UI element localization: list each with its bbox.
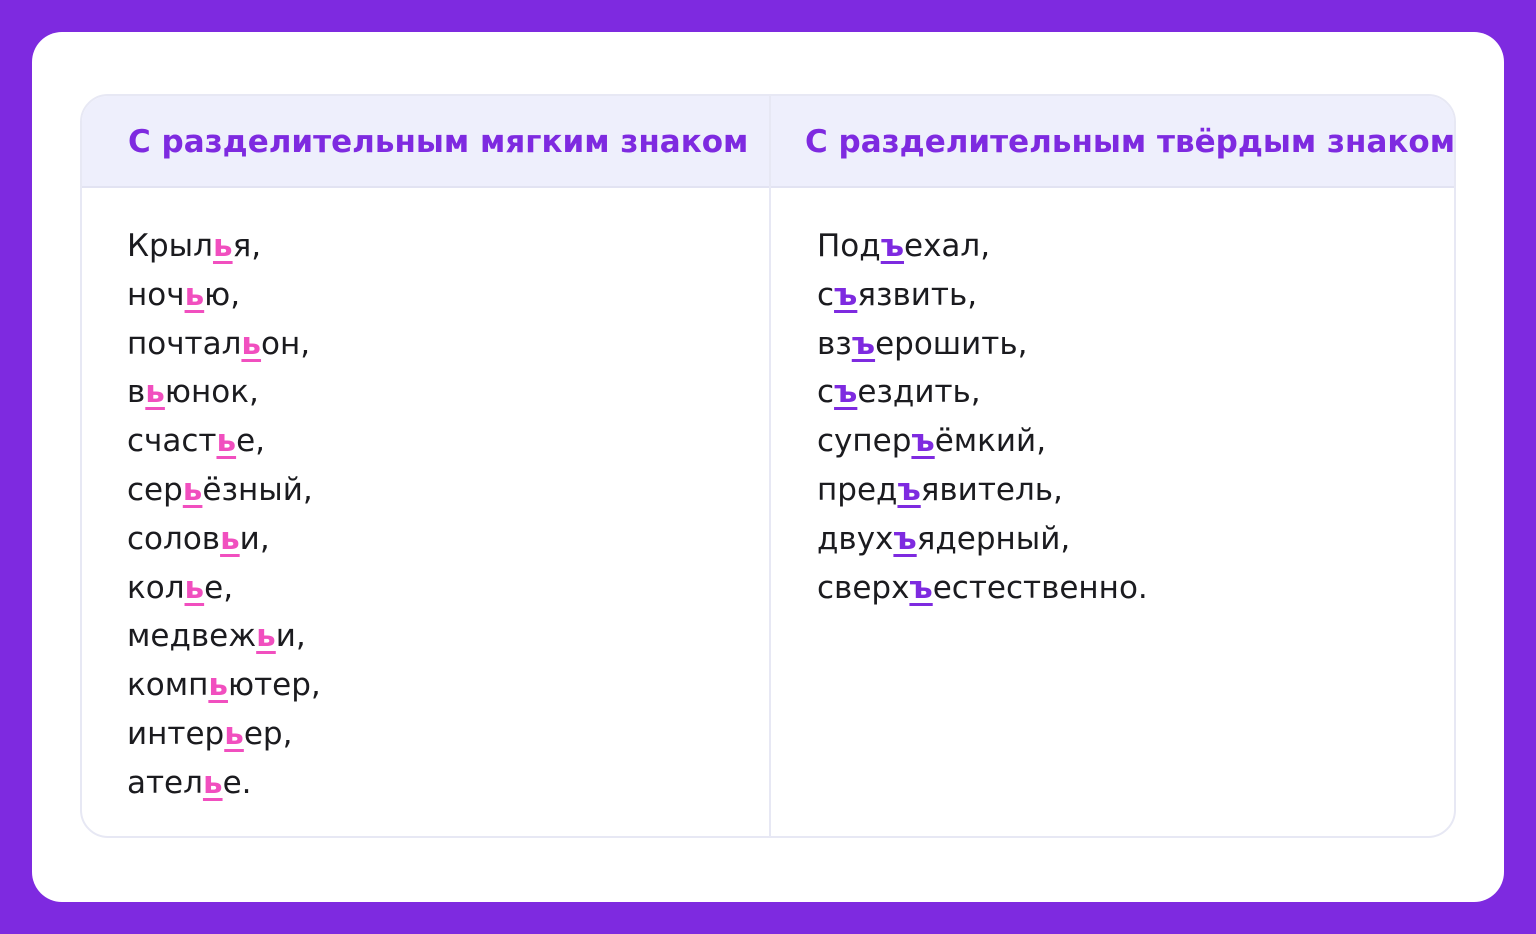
word-part-after: ю, (204, 276, 241, 313)
hard-sign-highlight: ъ (834, 276, 858, 313)
soft-sign-highlight: ь (256, 618, 276, 655)
hard-sign-column: С разделительным твёрдым знаком Подъехал… (771, 96, 1454, 836)
word-item: суперъёмкий, (817, 417, 1148, 466)
word-part-before: Крыл (127, 228, 213, 264)
word-item: колье, (127, 564, 321, 613)
soft-sign-highlight: ь (220, 520, 240, 557)
word-part-after: ядерный, (916, 520, 1071, 557)
word-part-before: с (817, 374, 835, 411)
word-part-before: с (817, 276, 835, 313)
word-item: компьютер, (127, 661, 321, 710)
word-item: соловьи, (127, 515, 321, 564)
soft-sign-column: С разделительным мягким знаком Крылья, но… (82, 96, 771, 836)
word-part-before: счаст (127, 423, 217, 460)
word-part-after: ехал, (904, 228, 991, 264)
word-part-after: ерошить, (875, 325, 1028, 362)
word-item: взъерошить, (817, 320, 1148, 369)
word-part-after: явитель, (920, 471, 1063, 508)
word-part-before: сверх (817, 569, 910, 606)
soft-sign-highlight: ь (182, 471, 203, 508)
word-part-after: и, (239, 520, 270, 557)
soft-sign-column-header: С разделительным мягким знаком (82, 96, 769, 188)
word-part-before: интер (127, 715, 225, 752)
word-item: двухъядерный, (817, 515, 1148, 564)
word-part-before: сер (127, 471, 183, 508)
word-item: серьёзный, (127, 466, 321, 515)
hard-sign-column-header: С разделительным твёрдым знаком (771, 96, 1454, 188)
hard-sign-highlight: ъ (834, 374, 858, 411)
hard-sign-highlight: ъ (851, 325, 876, 362)
soft-sign-highlight: ь (216, 423, 237, 460)
hard-sign-highlight: ъ (897, 471, 921, 508)
word-part-after: естественно. (932, 569, 1148, 606)
soft-sign-highlight: ь (202, 764, 223, 801)
word-item: съязвить, (817, 271, 1148, 320)
word-item: медвежьи, (127, 612, 321, 661)
word-part-before: двух (817, 520, 894, 557)
soft-sign-highlight: ь (212, 228, 233, 264)
word-part-before: в (127, 374, 146, 411)
word-item: вьюнок, (127, 368, 321, 417)
word-item: съездить, (817, 368, 1148, 417)
word-part-before: почтал (127, 325, 242, 362)
soft-sign-highlight: ь (184, 569, 205, 606)
content-card: С разделительным мягким знаком Крылья, но… (32, 32, 1504, 902)
soft-sign-highlight: ь (241, 325, 262, 362)
word-part-before: супер (817, 423, 912, 460)
word-part-after: е, (204, 569, 234, 606)
word-part-after: я, (232, 228, 262, 264)
soft-sign-highlight: ь (208, 667, 228, 704)
word-part-before: Под (817, 228, 881, 264)
word-item: счастье, (127, 417, 321, 466)
comparison-table: С разделительным мягким знаком Крылья, но… (80, 94, 1456, 838)
word-part-after: ёзный, (202, 471, 313, 508)
soft-sign-highlight: ь (145, 374, 165, 411)
word-part-before: солов (127, 520, 221, 557)
word-part-after: е, (236, 423, 266, 460)
word-part-before: медвеж (127, 618, 257, 655)
word-part-after: ютер, (227, 667, 321, 704)
word-item: почтальон, (127, 320, 321, 369)
soft-sign-highlight: ь (224, 715, 244, 752)
word-part-before: кол (127, 569, 185, 606)
word-item: Крылья, (127, 222, 321, 271)
soft-sign-highlight: ь (184, 276, 205, 313)
word-item: ателье. (127, 759, 321, 808)
hard-sign-highlight: ъ (880, 228, 905, 264)
word-part-before: ател (127, 764, 203, 801)
hard-sign-highlight: ъ (909, 569, 933, 606)
word-item: предъявитель, (817, 466, 1148, 515)
word-item: интерьер, (127, 710, 321, 759)
word-part-after: е. (222, 764, 252, 801)
word-part-before: ноч (127, 276, 185, 313)
hard-sign-highlight: ъ (911, 423, 935, 460)
word-part-after: ездить, (857, 374, 981, 411)
soft-sign-word-list: Крылья, ночью, почтальон, вьюнок, счастье, се… (127, 222, 321, 808)
word-item: сверхъестественно. (817, 564, 1148, 613)
word-part-after: и, (275, 618, 306, 655)
word-item: ночью, (127, 271, 321, 320)
word-part-before: комп (127, 667, 209, 704)
word-item: Подъехал, (817, 222, 1148, 271)
word-part-after: ер, (243, 715, 293, 752)
hard-sign-word-list: Подъехал, съязвить, взъерошить, съездить, су… (817, 222, 1148, 612)
word-part-after: он, (261, 325, 311, 362)
word-part-before: пред (817, 471, 898, 508)
hard-sign-highlight: ъ (893, 520, 917, 557)
word-part-after: юнок, (164, 374, 259, 411)
word-part-after: язвить, (857, 276, 978, 313)
word-part-after: ёмкий, (934, 423, 1047, 460)
word-part-before: вз (817, 325, 852, 362)
